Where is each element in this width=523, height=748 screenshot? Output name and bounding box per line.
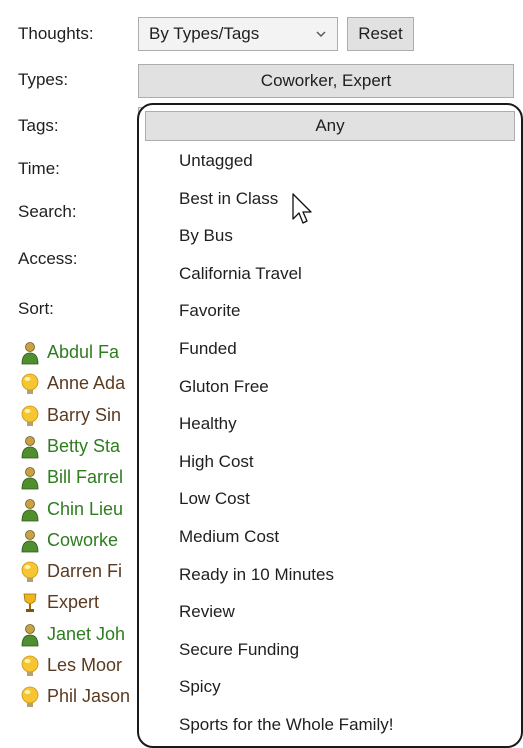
tag-option[interactable]: Review bbox=[179, 602, 235, 622]
time-label: Time: bbox=[18, 159, 60, 178]
tags-label: Tags: bbox=[18, 116, 59, 135]
tag-option[interactable]: Low Cost bbox=[179, 489, 250, 509]
person-icon bbox=[21, 467, 39, 490]
tag-option[interactable]: California Travel bbox=[179, 264, 302, 284]
thought-name: Abdul Fa bbox=[47, 342, 120, 362]
sort-label: Sort: bbox=[18, 299, 54, 318]
tag-option[interactable]: Favorite bbox=[179, 301, 240, 321]
person-icon bbox=[21, 435, 39, 459]
mouse-cursor-icon bbox=[292, 193, 312, 224]
tags-dropdown: Any Untagged Best in Class By Bus Californi… bbox=[137, 103, 523, 748]
thought-name: Barry Sin bbox=[47, 404, 122, 425]
tag-option[interactable]: Medium Cost bbox=[179, 527, 279, 547]
person-icon bbox=[21, 529, 39, 553]
person-icon bbox=[21, 623, 39, 647]
thought-name: Bill Farrel bbox=[47, 467, 124, 488]
reset-button[interactable]: Reset bbox=[347, 17, 414, 51]
person-icon bbox=[21, 342, 39, 365]
thoughts-select[interactable]: By Types/Tags bbox=[138, 17, 338, 51]
search-label: Search: bbox=[18, 202, 77, 221]
thought-name: Betty Sta bbox=[47, 435, 121, 456]
tag-option[interactable]: Funded bbox=[179, 339, 237, 359]
tag-option[interactable]: By Bus bbox=[179, 226, 233, 246]
thoughts-select-value: By Types/Tags bbox=[149, 24, 260, 43]
types-button[interactable]: Coworker, Expert bbox=[138, 64, 514, 98]
thought-name: Chin Lieu bbox=[47, 498, 124, 519]
tag-option[interactable]: High Cost bbox=[179, 452, 254, 472]
tag-option[interactable]: Secure Funding bbox=[179, 640, 299, 660]
thoughts-label: Thoughts: bbox=[18, 24, 94, 43]
bulb-icon bbox=[21, 373, 39, 395]
person-icon bbox=[21, 498, 39, 521]
thought-name: Anne Ada bbox=[47, 373, 126, 394]
trophy-icon bbox=[23, 593, 37, 613]
access-label: Access: bbox=[18, 249, 78, 268]
thought-name: Coworke bbox=[47, 529, 119, 550]
thought-name: Les Moor bbox=[47, 655, 123, 675]
tag-option[interactable]: Ready in 10 Minutes bbox=[179, 565, 334, 585]
thought-name: Janet Joh bbox=[47, 623, 126, 644]
thought-name: Darren Fi bbox=[47, 561, 123, 582]
bulb-icon bbox=[21, 405, 39, 426]
tag-option[interactable]: Untagged bbox=[179, 151, 253, 171]
bulb-icon bbox=[21, 561, 39, 583]
types-label: Types: bbox=[18, 70, 69, 89]
tag-option[interactable]: Healthy bbox=[179, 414, 237, 434]
chevron-down-icon bbox=[316, 31, 326, 37]
thought-name: Expert bbox=[47, 592, 100, 613]
tag-option[interactable]: Sports for the Whole Family! bbox=[179, 715, 393, 735]
tag-option[interactable]: Spicy bbox=[179, 677, 221, 697]
bulb-icon bbox=[21, 655, 39, 676]
thought-name: Phil Jason bbox=[47, 686, 131, 707]
tag-option[interactable]: Gluton Free bbox=[179, 377, 269, 397]
bulb-icon bbox=[21, 686, 39, 708]
tag-option[interactable]: Best in Class bbox=[179, 189, 278, 209]
tags-any-option[interactable]: Any bbox=[145, 111, 515, 141]
